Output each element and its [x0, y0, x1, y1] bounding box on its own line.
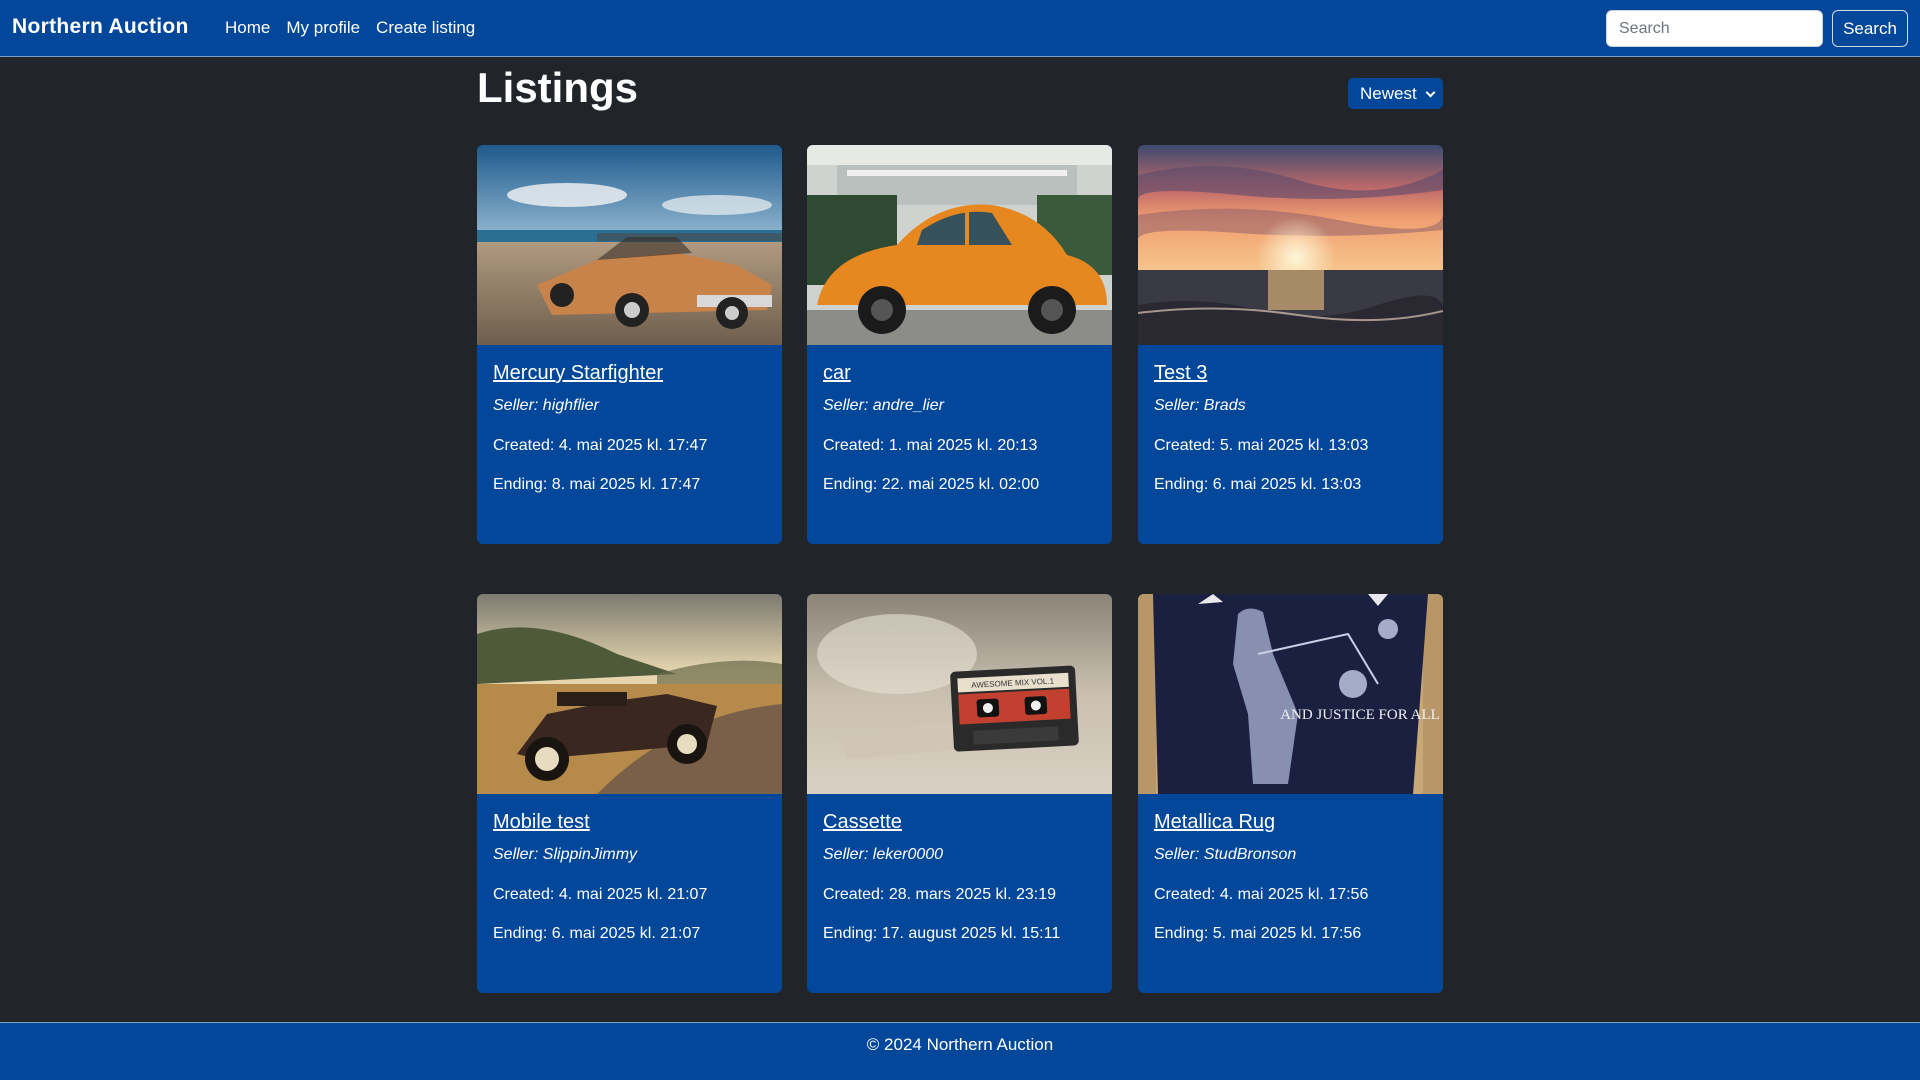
listing-image-metallica-rug[interactable]: AND JUSTICE FOR ALL	[1138, 594, 1443, 794]
listing-image-orange-beetle[interactable]	[807, 145, 1112, 345]
listing-title-link[interactable]: Test 3	[1154, 362, 1207, 385]
listing-ending: Ending: 8. mai 2025 kl. 17:47	[493, 476, 701, 493]
listing-card: Mobile test Seller: SlippinJimmy Created…	[477, 594, 782, 993]
listing-created: Created: 28. mars 2025 kl. 23:19	[823, 886, 1057, 903]
cassette-image: AWESOME MIX VOL.1	[807, 594, 1112, 794]
search-input[interactable]	[1606, 10, 1823, 47]
listing-title-link[interactable]: Mercury Starfighter	[493, 362, 663, 385]
footer-copyright: © 2024 Northern Auction	[866, 1035, 1054, 1054]
listing-seller: Seller: Brads	[1154, 397, 1246, 414]
listing-card: AWESOME MIX VOL.1 Cassette Seller: leker…	[807, 594, 1112, 993]
listing-card: AND JUSTICE FOR ALL Metallica Rug Seller…	[1138, 594, 1443, 993]
listing-seller: Seller: StudBronson	[1154, 846, 1297, 863]
page-title: Listings	[477, 64, 639, 111]
brand-logo[interactable]: Northern Auction	[12, 15, 189, 39]
listing-title-link[interactable]: Metallica Rug	[1154, 811, 1275, 834]
listing-image-sunset-sea[interactable]	[1138, 145, 1443, 345]
orange-beetle-image	[807, 145, 1112, 345]
listing-seller: Seller: SlippinJimmy	[493, 846, 638, 863]
listing-title-link[interactable]: Mobile test	[493, 811, 590, 834]
sunset-sea-image	[1138, 145, 1443, 345]
listing-created: Created: 4. mai 2025 kl. 17:47	[493, 437, 708, 454]
listing-card: Test 3 Seller: Brads Created: 5. mai 202…	[1138, 145, 1443, 544]
search-button[interactable]: Search	[1832, 10, 1908, 47]
nav-create-listing-link[interactable]: Create listing	[376, 18, 475, 38]
listing-ending: Ending: 5. mai 2025 kl. 17:56	[1154, 925, 1362, 942]
sort-select[interactable]: Newest	[1348, 78, 1443, 109]
listing-created: Created: 4. mai 2025 kl. 21:07	[493, 886, 708, 903]
nav-my-profile-link[interactable]: My profile	[286, 18, 360, 38]
listing-title-link[interactable]: Cassette	[823, 811, 902, 834]
listing-title-link[interactable]: car	[823, 362, 851, 385]
listing-ending: Ending: 22. mai 2025 kl. 02:00	[823, 476, 1040, 493]
listing-created: Created: 4. mai 2025 kl. 17:56	[1154, 886, 1369, 903]
listing-image-classic-car-road[interactable]	[477, 594, 782, 794]
listing-card: Mercury Starfighter Seller: highflier Cr…	[477, 145, 782, 544]
listing-ending: Ending: 6. mai 2025 kl. 21:07	[493, 925, 701, 942]
listing-seller: Seller: andre_lier	[823, 397, 944, 414]
footer: © 2024 Northern Auction	[0, 1022, 1920, 1080]
listing-ending: Ending: 6. mai 2025 kl. 13:03	[1154, 476, 1362, 493]
vintage-convertible-image	[477, 145, 782, 345]
listing-card: car Seller: andre_lier Created: 1. mai 2…	[807, 145, 1112, 544]
rug-print-text: AND JUSTICE FOR ALL	[1280, 707, 1440, 723]
metallica-rug-image: AND JUSTICE FOR ALL	[1138, 594, 1443, 794]
listing-created: Created: 1. mai 2025 kl. 20:13	[823, 437, 1038, 454]
nav-home-link[interactable]: Home	[225, 18, 270, 38]
sort-select-value: Newest	[1360, 83, 1417, 103]
listing-created: Created: 5. mai 2025 kl. 13:03	[1154, 437, 1369, 454]
nav-links: Home My profile Create listing	[225, 18, 475, 38]
listing-image-cassette[interactable]: AWESOME MIX VOL.1	[807, 594, 1112, 794]
navbar: Northern Auction Home My profile Create …	[0, 0, 1920, 57]
listing-ending: Ending: 17. august 2025 kl. 15:11	[823, 925, 1061, 942]
listing-seller: Seller: leker0000	[823, 846, 944, 863]
classic-car-road-image	[477, 594, 782, 794]
listing-image-vintage-convertible[interactable]	[477, 145, 782, 345]
listing-seller: Seller: highflier	[493, 397, 599, 414]
chevron-down-icon	[1425, 87, 1436, 98]
